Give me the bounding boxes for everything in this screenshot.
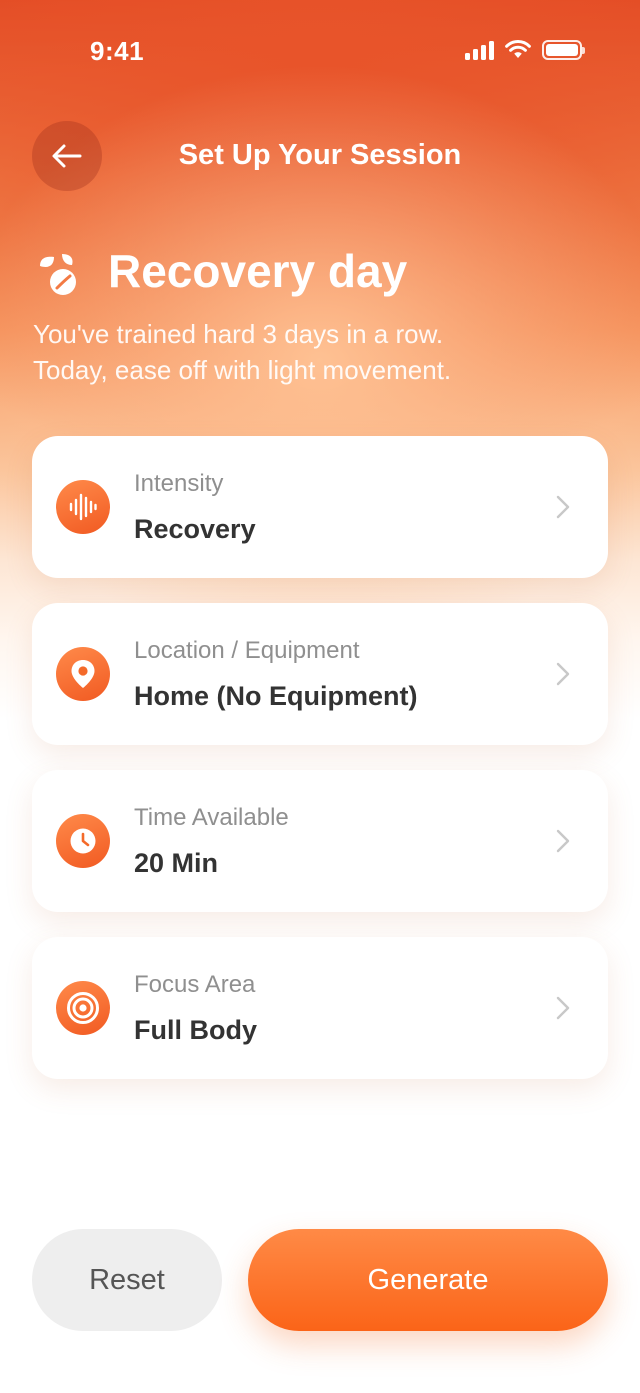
option-label: Focus Area bbox=[134, 971, 256, 998]
hero-subtitle: You've trained hard 3 days in a row. Tod… bbox=[33, 316, 613, 388]
location-pin-icon bbox=[56, 647, 110, 701]
hero-title: Recovery day bbox=[108, 245, 408, 297]
option-value: 20 Min bbox=[134, 848, 219, 878]
option-card-location[interactable]: Location / Equipment Home (No Equipment) bbox=[32, 603, 608, 745]
hero-subtitle-line-1: You've trained hard 3 days in a row. bbox=[33, 319, 444, 349]
option-label: Location / Equipment bbox=[134, 637, 360, 664]
status-icons bbox=[465, 40, 585, 60]
chevron-right-icon bbox=[556, 495, 570, 519]
battery-icon bbox=[542, 40, 585, 60]
option-value: Home (No Equipment) bbox=[134, 681, 418, 711]
option-value: Full Body bbox=[134, 1015, 257, 1045]
soundwave-icon bbox=[56, 480, 110, 534]
sprout-icon bbox=[40, 254, 76, 295]
chevron-right-icon bbox=[556, 662, 570, 686]
status-time: 9:41 bbox=[90, 36, 145, 66]
option-card-time[interactable]: Time Available 20 Min bbox=[32, 770, 608, 912]
clock-icon bbox=[56, 814, 110, 868]
hero-subtitle-line-2: Today, ease off with light movement. bbox=[33, 355, 452, 385]
screen: 9:41 Set Up Your Session Recovery day Yo… bbox=[0, 0, 640, 1393]
option-label: Time Available bbox=[134, 804, 289, 831]
target-icon bbox=[56, 981, 110, 1035]
reset-button[interactable]: Reset bbox=[32, 1229, 222, 1331]
cellular-signal-icon bbox=[465, 40, 494, 60]
option-card-focus-area[interactable]: Focus Area Full Body bbox=[32, 937, 608, 1079]
chevron-right-icon bbox=[556, 996, 570, 1020]
option-label: Intensity bbox=[134, 470, 224, 497]
option-value: Recovery bbox=[134, 514, 256, 544]
wifi-icon bbox=[505, 40, 531, 58]
page-title: Set Up Your Session bbox=[178, 139, 462, 171]
chevron-right-icon bbox=[556, 829, 570, 853]
option-card-intensity[interactable]: Intensity Recovery bbox=[32, 436, 608, 578]
generate-button[interactable]: Generate bbox=[248, 1229, 608, 1331]
